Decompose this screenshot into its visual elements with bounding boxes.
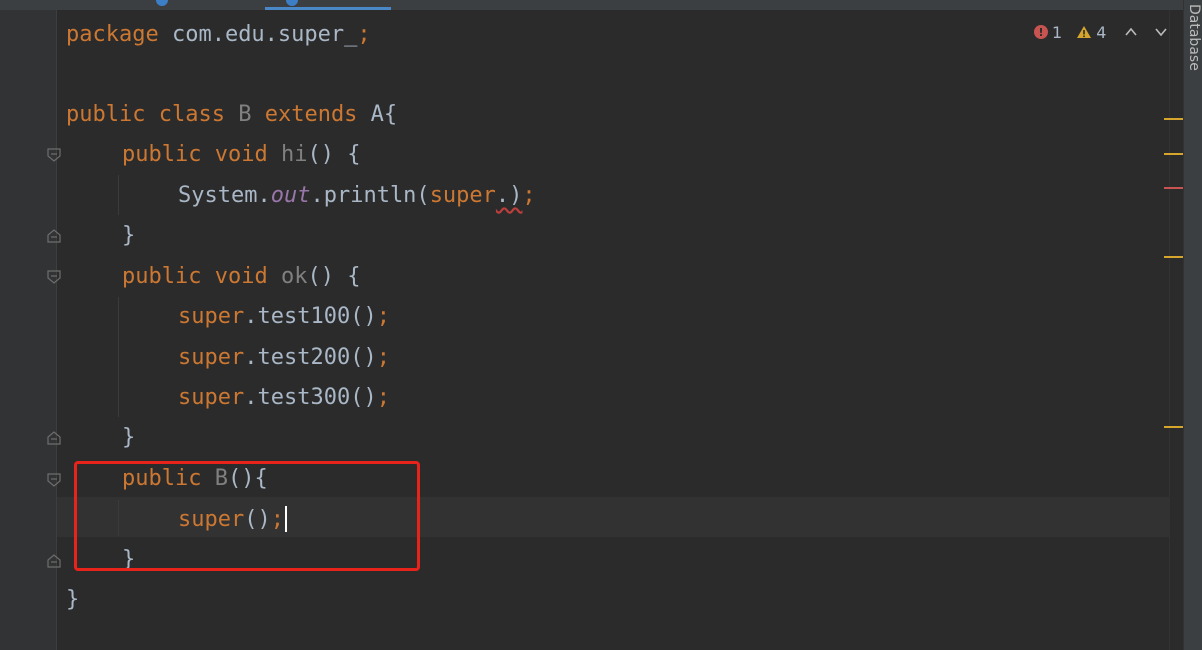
syntax-error-token: .) xyxy=(495,183,523,208)
java-file-icon xyxy=(156,0,168,6)
right-tool-window-strip xyxy=(1183,0,1202,650)
vertical-scrollbar[interactable] xyxy=(1169,10,1184,650)
active-tab-indicator xyxy=(265,7,391,10)
code-line[interactable]: public void ok() { xyxy=(122,262,360,292)
code-line[interactable]: System.out.println(super.); xyxy=(178,181,536,211)
annotation-highlight-box xyxy=(74,461,420,571)
fold-end-icon[interactable] xyxy=(47,554,61,568)
error-count: 1 xyxy=(1052,22,1063,42)
warning-count-badge[interactable]: 4 xyxy=(1076,23,1106,42)
fold-collapse-icon[interactable] xyxy=(47,270,61,284)
editor-tab-strip xyxy=(0,0,1202,10)
fold-end-icon[interactable] xyxy=(47,229,61,243)
java-file-icon xyxy=(286,0,298,6)
warning-count: 4 xyxy=(1096,22,1107,42)
inspection-widget[interactable]: ! 1 4 xyxy=(1034,20,1168,44)
error-icon: ! xyxy=(1034,25,1048,39)
previous-highlight-chevron-up-icon[interactable] xyxy=(1124,25,1138,39)
indent-guide xyxy=(118,175,119,215)
fold-collapse-icon[interactable] xyxy=(47,473,61,487)
code-line[interactable]: public class B extends A{ xyxy=(66,100,397,130)
indent-guide xyxy=(118,297,119,417)
code-line[interactable]: } xyxy=(66,585,79,615)
database-tool-window-button[interactable]: Database xyxy=(1186,4,1202,71)
error-stripe-mark[interactable] xyxy=(1164,187,1184,189)
warning-stripe-mark[interactable] xyxy=(1164,256,1184,258)
warning-stripe-mark[interactable] xyxy=(1164,118,1184,120)
code-line[interactable]: super.test200(); xyxy=(178,343,390,373)
code-line[interactable]: package com.edu.super_; xyxy=(66,20,371,50)
warning-stripe-mark[interactable] xyxy=(1164,153,1184,155)
code-line[interactable]: } xyxy=(122,221,135,251)
error-count-badge[interactable]: ! 1 xyxy=(1034,23,1062,42)
warning-stripe-mark[interactable] xyxy=(1164,426,1184,428)
code-editor[interactable]: package com.edu.super_; public class B e… xyxy=(0,0,1202,650)
fold-collapse-icon[interactable] xyxy=(47,148,61,162)
code-line[interactable]: } xyxy=(122,423,135,453)
warning-icon xyxy=(1077,26,1092,38)
code-line[interactable]: super.test300(); xyxy=(178,383,390,413)
next-highlight-chevron-down-icon[interactable] xyxy=(1154,25,1168,39)
code-line[interactable]: public void hi() { xyxy=(122,140,360,170)
fold-end-icon[interactable] xyxy=(47,431,61,445)
code-line[interactable]: super.test100(); xyxy=(178,302,390,332)
